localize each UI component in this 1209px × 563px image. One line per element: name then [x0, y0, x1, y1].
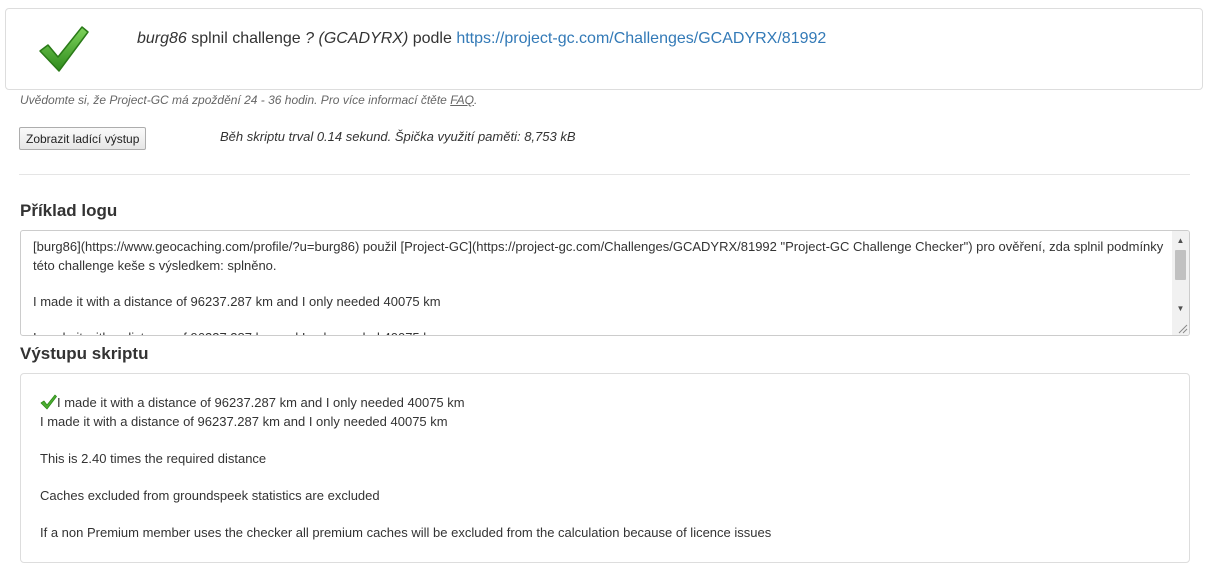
- script-output-heading: Výstupu skriptu: [20, 344, 149, 363]
- log-line: [burg86](https://www.geocaching.com/prof…: [33, 239, 1164, 273]
- faq-link[interactable]: FAQ: [450, 93, 474, 107]
- textarea-scrollbar[interactable]: ▲ ▼: [1172, 231, 1189, 335]
- challenge-name: ? (GCADYRX): [305, 30, 409, 47]
- completed-text: splnil challenge: [191, 30, 301, 47]
- by-text: podle: [412, 30, 452, 47]
- notice-text: Uvědomte si, že Project-GC má zpoždění 2…: [20, 93, 447, 107]
- output-line: I made it with a distance of 96237.287 k…: [40, 393, 771, 412]
- challenge-link[interactable]: https://project-gc.com/Challenges/GCADYR…: [456, 30, 826, 47]
- result-panel: burg86 splnil challenge ? (GCADYRX) podl…: [5, 8, 1203, 90]
- scroll-thumb[interactable]: [1175, 250, 1186, 280]
- script-timing: Běh skriptu trval 0.14 sekund. Špička vy…: [220, 129, 576, 144]
- log-line: I made it with a distance of 96237.287 k…: [33, 294, 441, 309]
- log-line: I made it with a distance of 96237.287 k…: [33, 328, 1165, 335]
- delay-notice: Uvědomte si, že Project-GC má zpoždění 2…: [20, 93, 477, 107]
- output-line: Caches excluded from groundspeek statist…: [40, 488, 380, 503]
- divider: [19, 174, 1190, 175]
- output-line: I made it with a distance of 96237.287 k…: [40, 414, 448, 429]
- resize-grip-icon[interactable]: [1176, 322, 1188, 334]
- user-name: burg86: [137, 30, 187, 47]
- checkmark-icon: [40, 394, 57, 410]
- output-line: This is 2.40 times the required distance: [40, 451, 267, 466]
- result-message: burg86 splnil challenge ? (GCADYRX) podl…: [137, 30, 826, 48]
- scroll-up-arrow-icon[interactable]: ▲: [1172, 233, 1189, 248]
- output-line: If a non Premium member uses the checker…: [40, 525, 772, 540]
- log-example-content: [burg86](https://www.geocaching.com/prof…: [33, 237, 1165, 335]
- log-example-textarea[interactable]: [burg86](https://www.geocaching.com/prof…: [20, 230, 1190, 336]
- scroll-down-arrow-icon[interactable]: ▼: [1172, 301, 1189, 316]
- checkmark-icon: [39, 26, 89, 72]
- script-output-panel: I made it with a distance of 96237.287 k…: [20, 373, 1190, 563]
- notice-end: .: [473, 93, 478, 107]
- log-example-heading: Příklad logu: [20, 201, 118, 220]
- show-debug-output-button[interactable]: Zobrazit ladící výstup: [19, 127, 147, 150]
